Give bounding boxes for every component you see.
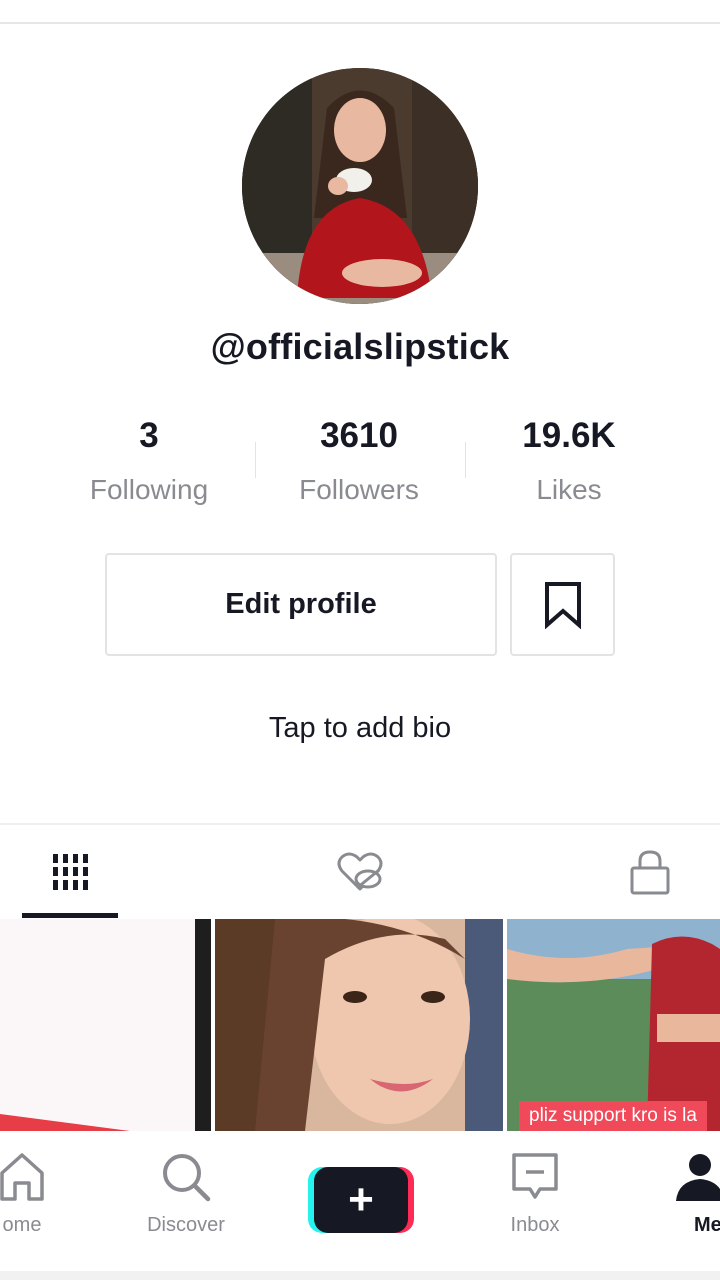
profile-screen: @officialslipstick 3 Following 3610 Foll… [0,0,720,1280]
video-thumbnail[interactable]: pliz support kro is la [507,919,720,1131]
home-icon [0,1153,44,1201]
bookmark-icon [544,581,581,629]
avatar[interactable] [242,68,478,304]
stat-likes[interactable]: 19.6K Likes [464,412,674,512]
nav-inbox[interactable]: Inbox [475,1151,595,1237]
edit-profile-button[interactable]: Edit profile [105,553,497,656]
followers-label: Followers [299,474,419,505]
video-thumbnail-image [215,919,503,1131]
username: @officialslipstick [210,326,510,367]
tab-liked[interactable] [312,825,408,919]
hidden-heart-icon [337,852,383,891]
stats-row: 3 Following 3610 Followers 19.6K Likes [44,412,676,512]
nav-inbox-label: Inbox [510,1214,560,1236]
nav-home[interactable]: ome [0,1151,82,1237]
tab-private[interactable] [602,825,698,919]
nav-discover[interactable]: Discover [126,1151,246,1237]
person-icon [676,1154,720,1201]
video-thumbnail-image [507,919,720,1131]
following-count: 3 [139,416,159,455]
video-caption: pliz support kro is la [519,1101,707,1131]
video-thumbnail[interactable] [0,919,211,1131]
nav-home-label: ome [2,1214,42,1236]
create-video-button[interactable]: + [308,1167,414,1233]
video-grid: pliz support kro is la [0,919,720,1131]
following-label: Following [89,474,209,505]
tab-videos[interactable] [22,825,118,919]
search-icon [163,1154,211,1202]
nav-discover-label: Discover [147,1214,225,1236]
active-tab-indicator [22,913,118,918]
favorites-button[interactable] [510,553,615,656]
video-thumbnail[interactable] [215,919,503,1131]
inbox-icon [512,1153,558,1199]
stat-following[interactable]: 3 Following [44,412,254,512]
content-tabs [0,823,720,919]
video-thumbnail-image [0,919,211,1131]
bio-prompt[interactable]: Tap to add bio [0,712,720,745]
grid-columns-icon [53,854,88,890]
system-bar [0,1271,720,1280]
plus-icon: + [314,1167,408,1233]
nav-me-label: Me [694,1214,720,1236]
nav-me[interactable]: Me [660,1151,720,1237]
avatar-photo [242,68,478,304]
bottom-navigation: ome Discover + Inbox Me [0,1131,720,1271]
stat-followers[interactable]: 3610 Followers [254,412,464,512]
likes-label: Likes [536,474,602,505]
status-divider [0,0,720,24]
followers-count: 3610 [320,416,398,455]
lock-icon [630,850,670,895]
likes-count: 19.6K [522,416,616,455]
